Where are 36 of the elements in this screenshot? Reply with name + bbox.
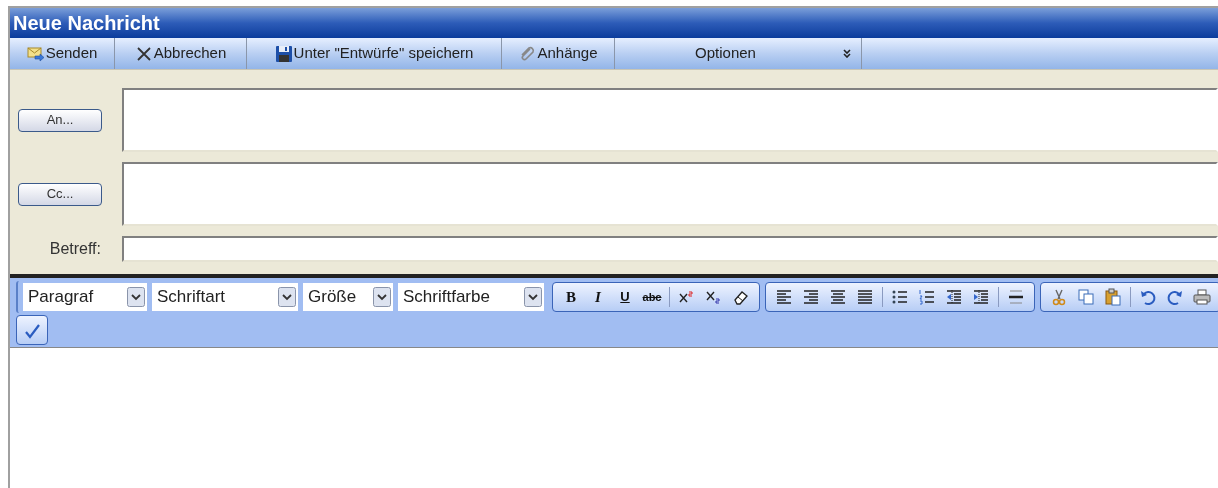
format-dropdown[interactable]: Größe [303,283,393,311]
toolbar-button[interactable]: Abbrechen [115,38,247,69]
italic-button[interactable]: I [586,286,610,308]
horizontal-rule-icon [1007,288,1025,306]
bullet-list-icon [891,288,909,306]
envelope-arrow-icon [26,44,45,63]
paperclip-icon [518,44,537,63]
justify-icon [856,288,874,306]
align-right-icon [802,288,820,306]
underline-button[interactable]: U [613,286,637,308]
close-icon [134,44,153,63]
indent-icon [972,288,990,306]
double-chevron-icon [843,49,851,58]
align-center-icon [829,288,847,306]
toolbar-button[interactable]: Senden [10,38,115,69]
undo-icon [1139,288,1157,306]
cc-button[interactable]: Cc... [18,182,102,206]
scissors-icon [1050,288,1068,306]
printer-icon [1193,288,1211,306]
format-dropdown[interactable]: Schriftfarbe [398,283,544,311]
align-left-icon [775,288,793,306]
bold-button[interactable]: B [559,286,583,308]
numbered-list-icon [918,288,936,306]
redo-icon [1166,288,1184,306]
to-button[interactable]: An... [18,108,102,132]
strike-button[interactable]: abc [640,286,664,308]
toolbar-button[interactable]: Anhänge [502,38,615,69]
format-dropdown[interactable]: Paragraf [23,283,147,311]
window-title: Neue Nachricht [10,8,1218,38]
outdent-icon [945,288,963,306]
clipboard-icon [1104,288,1122,306]
format-dropdown[interactable]: Schriftart [152,283,298,311]
toolbar-button[interactable]: Unter "Entwürfe" speichern [247,38,502,69]
options-menu[interactable]: Optionen [615,38,862,69]
copy-icon [1077,288,1095,306]
subject-label: Betreff: [49,239,101,259]
